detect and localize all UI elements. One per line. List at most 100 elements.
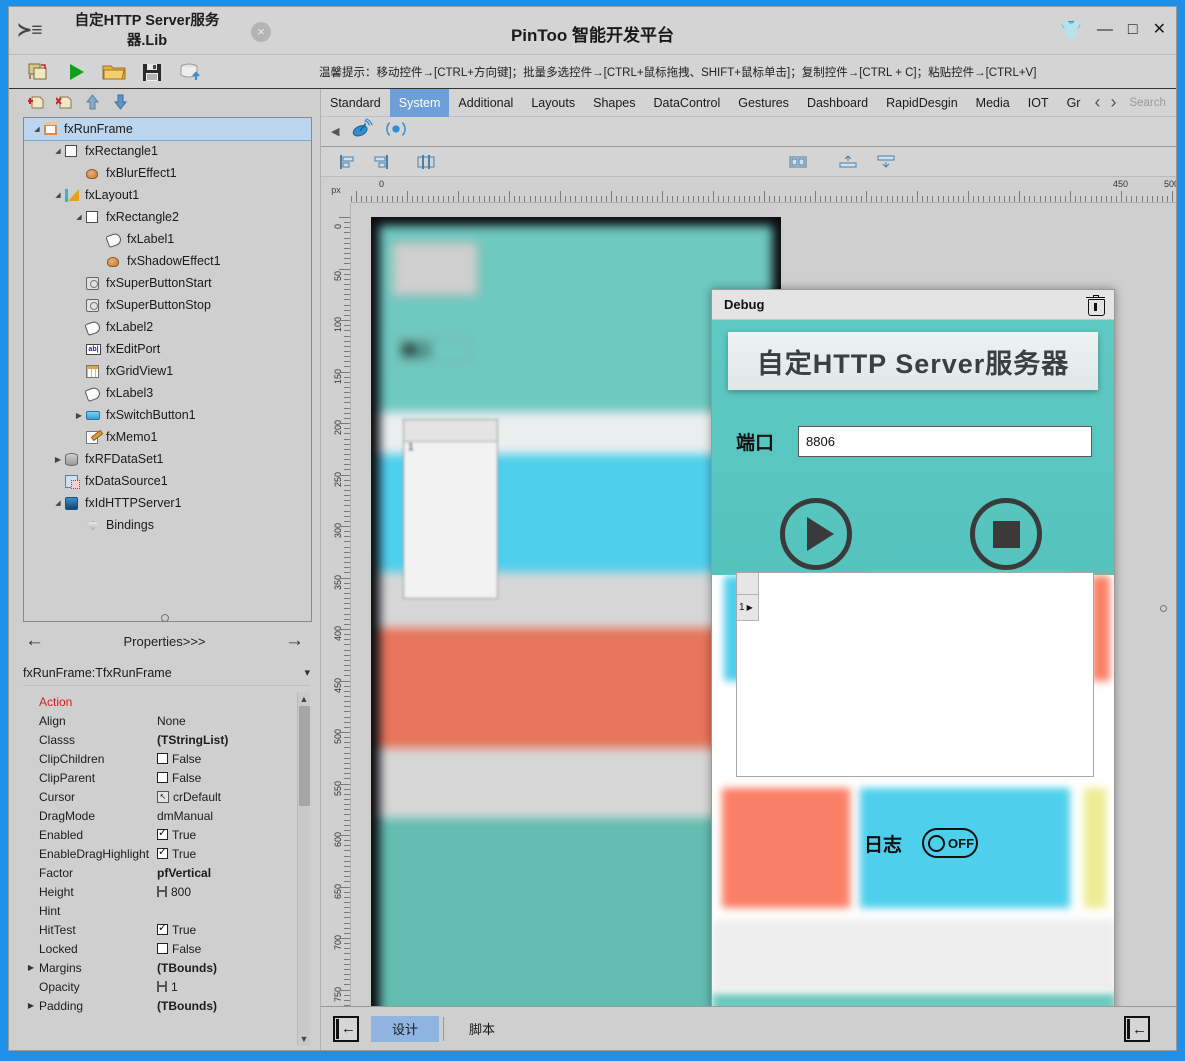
shirt-icon[interactable]: 👕 [1061, 21, 1082, 38]
component-tree[interactable]: ◢ fxRunFrame ◢ fxRectangle1 fxBlurEffect1 ◢ fx… [23, 117, 312, 622]
align-right-icon[interactable] [371, 154, 389, 170]
scroll-down-arrow[interactable]: ▼ [300, 1032, 309, 1046]
tree-node-fxidhttpserver1[interactable]: ◢ fxIdHTTPServer1 [24, 492, 311, 514]
new-project-icon[interactable] [25, 59, 51, 85]
property-value[interactable]: True [157, 826, 196, 842]
property-row-classs[interactable]: Classs (TStringList) [23, 730, 310, 749]
tab-design[interactable]: 设计 [371, 1015, 440, 1042]
align-top-icon[interactable] [839, 154, 857, 170]
distribute-horizontal-icon[interactable] [417, 154, 435, 170]
collapse-left-icon[interactable]: ← [333, 1015, 359, 1042]
tab-gr[interactable]: Gr [1058, 89, 1090, 117]
property-row-dragmode[interactable]: DragMode dmManual [23, 806, 310, 825]
canvas-area[interactable]: px 4505005506006507007508000 05010015020… [321, 177, 1176, 1006]
property-row-enabled[interactable]: Enabled True [23, 825, 310, 844]
chevron-down-icon[interactable]: ▾ [304, 666, 310, 679]
tree-node-fxgridview1[interactable]: fxGridView1 [24, 360, 311, 382]
property-value[interactable]: 1 [157, 980, 178, 994]
open-folder-icon[interactable] [101, 59, 127, 85]
twisty-expanded-icon[interactable]: ◢ [51, 191, 65, 199]
database-upload-icon[interactable] [177, 59, 203, 85]
property-value[interactable]: (TBounds) [157, 961, 217, 975]
debug-preview-body[interactable]: 自定HTTP Server服务器 端口 8806 1 ▶ 日志 OFF [712, 320, 1114, 1006]
property-row-margins[interactable]: ▶ Margins (TBounds) [23, 958, 310, 977]
tree-node-fxlayout1[interactable]: ◢ fxLayout1 [24, 184, 311, 206]
tree-node-fxswitchbutton1[interactable]: ▶ fxSwitchButton1 [24, 404, 311, 426]
debug-window[interactable]: Debug 自定HTTP Server服务器 端口 8806 1 ▶ 日志 OF… [711, 289, 1115, 1006]
tree-node-fxshadoweffect1[interactable]: fxShadowEffect1 [24, 250, 311, 272]
gridview-row-header[interactable]: 1 ▶ [737, 595, 759, 621]
tab-iot[interactable]: IOT [1019, 89, 1058, 117]
tree-node-bindings[interactable]: Bindings [24, 514, 311, 536]
property-value[interactable]: True [157, 845, 196, 861]
expand-icon[interactable]: ▶ [23, 1001, 39, 1010]
property-value[interactable]: (TStringList) [157, 733, 228, 747]
save-icon[interactable] [139, 59, 165, 85]
panel-grip[interactable] [160, 614, 169, 622]
property-value[interactable]: True [157, 921, 196, 937]
log-toggle[interactable]: OFF [922, 828, 979, 858]
run-icon[interactable] [63, 59, 89, 85]
tab-datacontrol[interactable]: DataControl [645, 89, 730, 117]
property-row-height[interactable]: Height 800 [23, 882, 310, 901]
tree-node-fxsuperbuttonstop[interactable]: fxSuperButtonStop [24, 294, 311, 316]
properties-list[interactable]: Action Align None Classs (TStringList) ClipCh… [23, 692, 310, 1046]
prop-next-button[interactable]: → [285, 630, 304, 652]
tree-node-fxdatasource1[interactable]: fxDataSource1 [24, 470, 311, 492]
tab-standard[interactable]: Standard [321, 89, 390, 117]
tree-node-fxeditport[interactable]: ab| fxEditPort [24, 338, 311, 360]
property-row-hint[interactable]: Hint [23, 901, 310, 920]
property-value[interactable]: False [157, 752, 201, 766]
move-down-icon[interactable] [111, 93, 129, 111]
checkbox-checked-icon[interactable] [157, 921, 168, 935]
tab-gestures[interactable]: Gestures [729, 89, 798, 117]
checkbox-unchecked-icon[interactable] [157, 772, 168, 783]
tree-node-fxblureffect1[interactable]: fxBlurEffect1 [24, 162, 311, 184]
tab-system[interactable]: System [389, 88, 450, 117]
property-row-hittest[interactable]: HitTest True [23, 920, 310, 939]
start-button[interactable] [780, 498, 852, 570]
tab-media[interactable]: Media [967, 89, 1019, 117]
search-input[interactable]: Search [1121, 97, 1165, 109]
tab-rapiddesgin[interactable]: RapidDesgin [877, 89, 967, 117]
scroll-up-arrow[interactable]: ▲ [300, 692, 309, 706]
tree-node-fxlabel3[interactable]: fxLabel3 [24, 382, 311, 404]
collapse-arrow-icon[interactable]: ◀ [331, 125, 339, 138]
twisty-expanded-icon[interactable]: ◢ [51, 499, 65, 507]
align-center-icon[interactable] [789, 154, 807, 170]
delete-node-icon[interactable] [55, 93, 73, 111]
port-input[interactable]: 8806 [798, 425, 1092, 457]
minimize-button[interactable]: — [1097, 21, 1113, 38]
property-value[interactable]: dmManual [157, 809, 213, 823]
property-object-selector[interactable]: fxRunFrame:TfxRunFrame ▾ [23, 660, 310, 686]
property-row-opacity[interactable]: Opacity 1 [23, 977, 310, 996]
add-node-icon[interactable] [27, 93, 45, 111]
checkbox-checked-icon[interactable] [157, 826, 168, 840]
twisty-expanded-icon[interactable]: ◢ [51, 147, 65, 155]
chevron-right-icon[interactable]: › [1105, 92, 1121, 113]
tree-node-fxrectangle1[interactable]: ◢ fxRectangle1 [24, 140, 311, 162]
property-row-factor[interactable]: Factor pfVertical [23, 863, 310, 882]
twisty-collapsed-icon[interactable]: ▶ [51, 455, 65, 464]
close-window-button[interactable]: ✕ [1153, 21, 1166, 38]
collapse-right-panel-icon[interactable]: ← [1124, 1016, 1150, 1042]
tree-node-fxrectangle2[interactable]: ◢ fxRectangle2 [24, 206, 311, 228]
stop-button[interactable] [970, 498, 1042, 570]
property-row-clipchildren[interactable]: ClipChildren False [23, 749, 310, 768]
prop-prev-button[interactable]: ← [25, 630, 44, 652]
tab-shapes[interactable]: Shapes [584, 89, 644, 117]
tab-additional[interactable]: Additional [449, 89, 522, 117]
tab-layouts[interactable]: Layouts [522, 89, 584, 117]
property-row-enabledraghighlight[interactable]: EnableDragHighlight True [23, 844, 310, 863]
property-value[interactable]: 800 [157, 885, 191, 899]
close-icon[interactable]: × [251, 21, 271, 42]
checkbox-unchecked-icon[interactable] [157, 943, 168, 954]
checkbox-unchecked-icon[interactable] [157, 753, 168, 764]
tab-script[interactable]: 脚本 [448, 1016, 516, 1042]
property-row-locked[interactable]: Locked False [23, 939, 310, 958]
tree-node-fxmemo1[interactable]: fxMemo1 [24, 426, 311, 448]
property-row-action[interactable]: Action [23, 692, 310, 711]
hamburger-icon[interactable]: ≻≡ [9, 7, 49, 55]
property-value[interactable]: pfVertical [157, 866, 211, 880]
tree-node-fxsuperbuttonstart[interactable]: fxSuperButtonStart [24, 272, 311, 294]
